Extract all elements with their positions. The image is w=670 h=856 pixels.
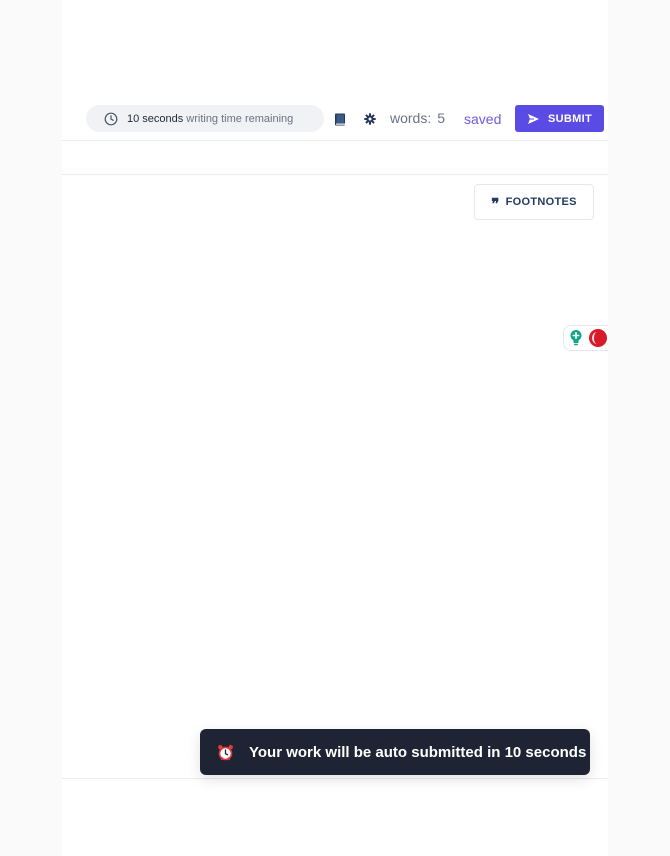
editor-bottom-divider (62, 778, 608, 779)
words-count-value: 5 (437, 110, 446, 126)
timer-seconds: 10 seconds (127, 112, 184, 125)
clock-icon (104, 112, 118, 126)
right-margin (608, 0, 670, 856)
book-icon[interactable] (332, 111, 348, 127)
toolbar-divider (62, 140, 608, 141)
left-margin (0, 0, 62, 856)
gear-icon[interactable] (362, 111, 378, 127)
submit-button[interactable]: SUBMIT (515, 105, 604, 132)
footnotes-button[interactable]: ❞ FOOTNOTES (474, 184, 594, 220)
word-count: words: 5 (390, 110, 445, 126)
alarm-clock-icon (217, 744, 234, 761)
timer-suffix: writing time remaining (186, 112, 294, 125)
timer-pill: 10 seconds writing time remaining (86, 105, 324, 132)
save-status: saved (464, 111, 502, 127)
assistant-widget (563, 325, 608, 351)
words-label: words: (390, 110, 432, 126)
lightbulb-plus-icon[interactable] (569, 329, 583, 347)
auto-submit-toast: Your work will be auto submitted in 10 s… (200, 729, 590, 775)
quote-icon: ❞ (491, 194, 500, 213)
footnotes-label: FOOTNOTES (505, 196, 577, 208)
toast-message: Your work will be auto submitted in 10 s… (249, 743, 587, 761)
grammar-checker-icon[interactable] (589, 329, 607, 347)
send-icon (528, 113, 540, 124)
submit-label: SUBMIT (548, 112, 592, 125)
editor-top-divider (62, 174, 608, 175)
